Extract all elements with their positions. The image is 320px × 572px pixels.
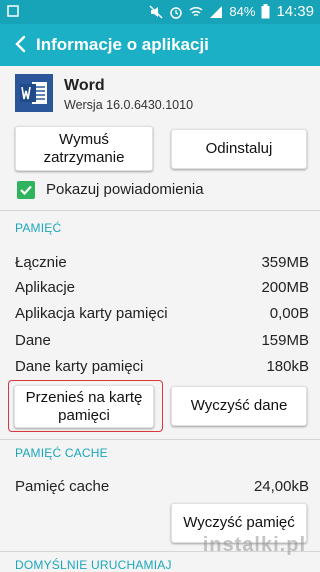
storage-app-label: Aplikacje <box>15 279 76 296</box>
storage-app-value: 200MB <box>261 279 309 296</box>
storage-total-label: Łącznie <box>15 254 67 271</box>
clear-data-button[interactable]: Wyczyść dane <box>171 386 307 426</box>
muted-icon <box>149 4 163 19</box>
cache-row: Pamięć cache 24,00kB <box>15 478 309 498</box>
storage-sd-app-value: 0,00B <box>269 305 309 322</box>
wifi-icon <box>189 6 203 16</box>
storage-sd-data-value: 180kB <box>266 358 309 375</box>
force-stop-label: Wymuś zatrzymanie <box>43 130 125 166</box>
storage-data-value: 159MB <box>261 332 309 349</box>
checkmark-icon <box>20 185 32 196</box>
storage-row-sd-data: Dane karty pamięci 180kB <box>15 358 309 378</box>
app-name: Word <box>64 77 105 94</box>
show-notifications-checkbox[interactable] <box>17 181 35 199</box>
notification-icon <box>7 5 19 17</box>
storage-total-value: 359MB <box>261 254 309 271</box>
cache-label: Pamięć cache <box>15 478 110 495</box>
defaults-section-title: DOMYŚLNIE URUCHAMIAJ <box>15 558 172 572</box>
watermark-logo: instalki.pl <box>202 534 306 556</box>
status-bar: 84% 14:39 <box>0 0 320 24</box>
show-notifications-label: Pokazuj powiadomienia <box>46 181 204 198</box>
storage-row-data: Dane 159MB <box>15 332 309 352</box>
back-arrow-icon[interactable] <box>12 34 30 54</box>
divider <box>0 210 320 211</box>
clear-data-label: Wyczyść dane <box>190 397 288 414</box>
signal-icon <box>210 5 223 18</box>
clock: 14:39 <box>276 3 314 20</box>
storage-data-label: Dane <box>15 332 51 349</box>
divider <box>0 439 320 440</box>
cache-value: 24,00kB <box>253 478 309 495</box>
uninstall-label: Odinstaluj <box>205 140 273 157</box>
page-title: Informacje o aplikacji <box>36 35 209 54</box>
storage-row-sd-app: Aplikacja karty pamięci 0,00B <box>15 305 309 325</box>
storage-row-total: Łącznie 359MB <box>15 254 309 274</box>
storage-sd-data-label: Dane karty pamięci <box>15 358 144 375</box>
app-bar: Informacje o aplikacji <box>0 24 320 66</box>
battery-icon <box>261 4 270 19</box>
storage-section-title: PAMIĘĆ <box>15 221 62 235</box>
move-to-sd-card-button[interactable]: Przenieś na kartę pamięci <box>14 385 154 428</box>
storage-sd-app-label: Aplikacja karty pamięci <box>15 305 168 322</box>
word-app-icon <box>15 74 53 112</box>
alarm-icon <box>170 6 183 19</box>
move-to-sd-card-label: Przenieś na kartę pamięci <box>25 388 143 424</box>
uninstall-button[interactable]: Odinstaluj <box>171 129 307 169</box>
cache-section-title: PAMIĘĆ CACHE <box>15 446 108 460</box>
app-version: Wersja 16.0.6430.1010 <box>64 98 194 112</box>
force-stop-button[interactable]: Wymuś zatrzymanie <box>15 126 153 171</box>
clear-cache-label: Wyczyść pamięć <box>183 514 295 531</box>
storage-row-app: Aplikacje 200MB <box>15 279 309 299</box>
battery-level: 84% <box>229 4 256 19</box>
